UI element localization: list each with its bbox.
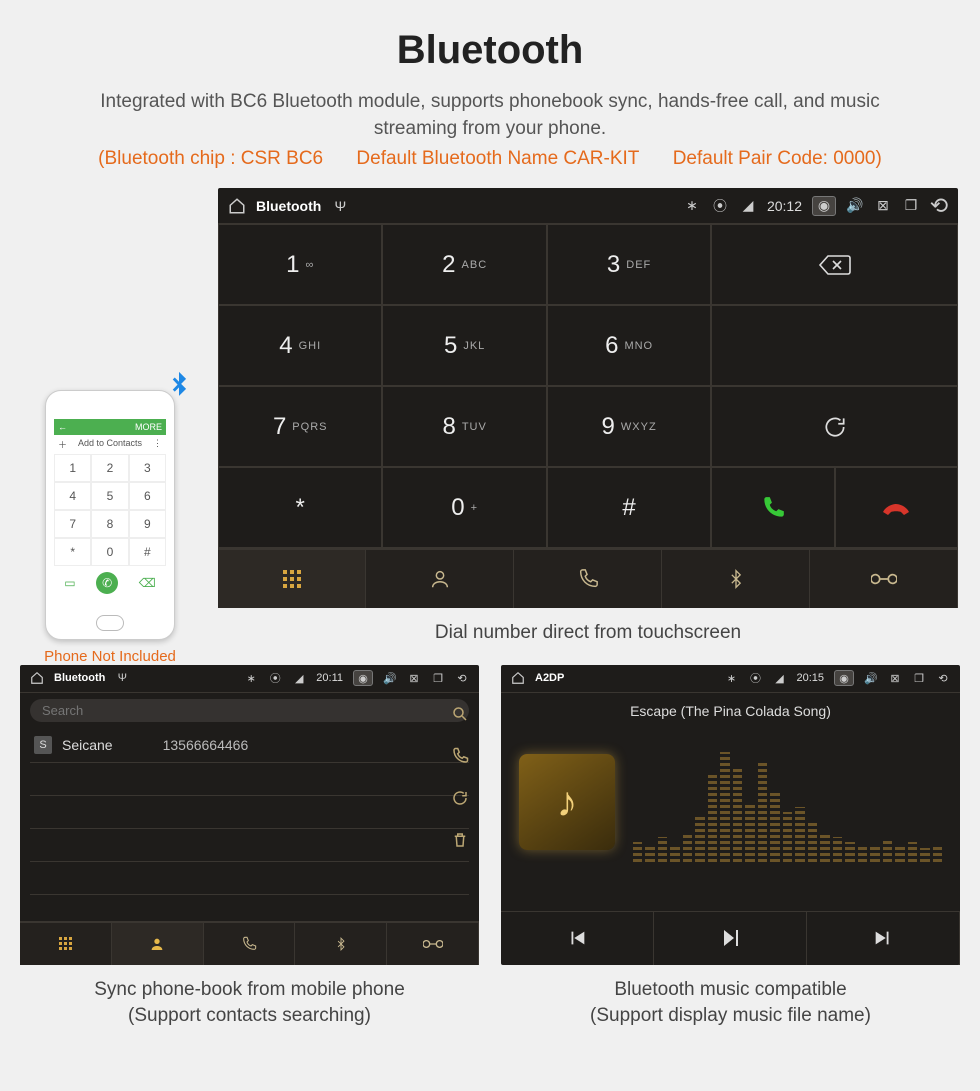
recent-icon[interactable]: ❐: [431, 671, 445, 685]
key-9[interactable]: 9WXYZ: [547, 386, 711, 467]
location-icon: ⦿: [748, 671, 762, 685]
tab-dialpad[interactable]: [20, 923, 112, 965]
tab-recent-calls[interactable]: [514, 550, 662, 608]
key-3[interactable]: 3DEF: [547, 224, 711, 305]
page-title: Bluetooth: [0, 0, 980, 73]
phone-appbar-back: ←: [58, 422, 67, 432]
tab-bluetooth[interactable]: [662, 550, 810, 608]
tab-contacts[interactable]: [366, 550, 514, 608]
phone-appbar-more: MORE: [135, 422, 162, 432]
backspace-button[interactable]: [711, 224, 958, 305]
album-art-icon: ♪: [519, 754, 615, 850]
bluetooth-icon: ∗: [683, 197, 701, 215]
tab-dialpad[interactable]: [218, 550, 366, 608]
prev-track-button[interactable]: [501, 912, 654, 965]
phone-not-included-note: Phone Not Included: [20, 648, 200, 665]
side-sync-icon[interactable]: [451, 789, 469, 807]
home-icon[interactable]: [30, 671, 44, 685]
close-icon[interactable]: ⊠: [407, 671, 421, 685]
key-4[interactable]: 4GHI: [218, 305, 382, 386]
contact-number: 13566664466: [163, 737, 249, 753]
phone-add-contacts: Add to Contacts: [78, 438, 142, 451]
key-7[interactable]: 7PQRS: [218, 386, 382, 467]
spec-name: Default Bluetooth Name CAR-KIT: [356, 148, 639, 169]
close-icon[interactable]: ⊠: [888, 671, 902, 685]
status-time: 20:11: [316, 672, 343, 684]
status-title: Bluetooth: [54, 672, 105, 684]
music-screen: A2DP ∗ ⦿ ◢ 20:15 ◉ 🔊 ⊠ ❐ ⟲ Escape (The P…: [501, 665, 960, 965]
spec-line: (Bluetooth chip : CSR BC6 Default Blueto…: [0, 148, 980, 170]
key-1[interactable]: 1∞: [218, 224, 382, 305]
hangup-button[interactable]: [835, 467, 958, 548]
wifi-icon: ◢: [292, 671, 306, 685]
screenshot-icon[interactable]: ◉: [353, 670, 373, 686]
tab-bluetooth[interactable]: [295, 923, 387, 965]
contact-initial: S: [34, 736, 52, 754]
key-6[interactable]: 6MNO: [547, 305, 711, 386]
wifi-icon: ◢: [772, 671, 786, 685]
bluetooth-icon: ∗: [724, 671, 738, 685]
status-time: 20:15: [796, 672, 824, 684]
key-0[interactable]: 0+: [382, 467, 546, 548]
spec-chip: (Bluetooth chip : CSR BC6: [98, 148, 323, 169]
screenshot-icon[interactable]: ◉: [834, 670, 854, 686]
home-icon[interactable]: [511, 671, 525, 685]
key-5[interactable]: 5JKL: [382, 305, 546, 386]
back-icon[interactable]: ⟲: [455, 671, 469, 685]
phone-call-icon: ✆: [96, 572, 118, 594]
wifi-icon: ◢: [739, 197, 757, 215]
status-time: 20:12: [767, 198, 802, 214]
recent-icon[interactable]: ❐: [912, 671, 926, 685]
page-description: Integrated with BC6 Bluetooth module, su…: [60, 89, 920, 142]
spec-code: Default Pair Code: 0000): [673, 148, 882, 169]
location-icon: ⦿: [268, 671, 282, 685]
recent-icon[interactable]: ❐: [902, 197, 920, 215]
back-icon[interactable]: ⟲: [936, 671, 950, 685]
close-icon[interactable]: ⊠: [874, 197, 892, 215]
phone-dialpad: 123 456 789 *0#: [54, 454, 166, 566]
call-button[interactable]: [711, 467, 834, 548]
next-track-button[interactable]: [807, 912, 960, 965]
volume-icon[interactable]: 🔊: [846, 197, 864, 215]
song-title: Escape (The Pina Colada Song): [501, 703, 960, 719]
phonebook-screen: Bluetooth Ψ ∗ ⦿ ◢ 20:11 ◉ 🔊 ⊠ ❐ ⟲ SS: [20, 665, 479, 965]
usb-icon: Ψ: [115, 671, 129, 685]
side-search-icon[interactable]: [451, 705, 469, 723]
contact-name: Seicane: [62, 737, 113, 753]
status-title: Bluetooth: [256, 198, 321, 214]
bluetooth-signal-icon: [162, 369, 196, 403]
side-call-icon[interactable]: [451, 747, 469, 765]
dialer-screen: Bluetooth Ψ ∗ ⦿ ◢ 20:12 ◉ 🔊 ⊠ ❐ ⟲ 1∞2ABC…: [218, 188, 958, 608]
volume-icon[interactable]: 🔊: [383, 671, 397, 685]
play-pause-button[interactable]: [654, 912, 807, 965]
phone-video-icon: ▭: [64, 576, 75, 590]
status-title: A2DP: [535, 672, 564, 684]
phone-backspace-icon: ⌫: [139, 576, 156, 590]
contact-row[interactable]: S Seicane 13566664466: [30, 728, 469, 763]
search-input[interactable]: [30, 699, 469, 722]
tab-recent-calls[interactable]: [204, 923, 296, 965]
redial-button[interactable]: [711, 386, 958, 467]
key-8[interactable]: 8TUV: [382, 386, 546, 467]
key-2[interactable]: 2ABC: [382, 224, 546, 305]
tab-pair[interactable]: [387, 923, 479, 965]
usb-icon: Ψ: [331, 197, 349, 215]
key-*[interactable]: *: [218, 467, 382, 548]
volume-icon[interactable]: 🔊: [864, 671, 878, 685]
back-icon[interactable]: ⟲: [930, 197, 948, 215]
key-#[interactable]: #: [547, 467, 711, 548]
phone-mockup: ← MORE ＋ Add to Contacts ⋮ 123 456 789 *…: [45, 390, 175, 640]
phonebook-caption: Sync phone-book from mobile phone (Suppo…: [20, 977, 479, 1030]
side-delete-icon[interactable]: [451, 831, 469, 849]
screenshot-icon[interactable]: ◉: [812, 196, 836, 216]
tab-contacts[interactable]: [112, 923, 204, 965]
home-icon[interactable]: [228, 197, 246, 215]
music-caption: Bluetooth music compatible (Support disp…: [501, 977, 960, 1030]
phone-home-button: [96, 615, 124, 631]
location-icon: ⦿: [711, 197, 729, 215]
bluetooth-icon: ∗: [244, 671, 258, 685]
dialer-caption: Dial number direct from touchscreen: [218, 620, 958, 647]
tab-pair[interactable]: [810, 550, 958, 608]
music-visualizer: [633, 742, 942, 862]
